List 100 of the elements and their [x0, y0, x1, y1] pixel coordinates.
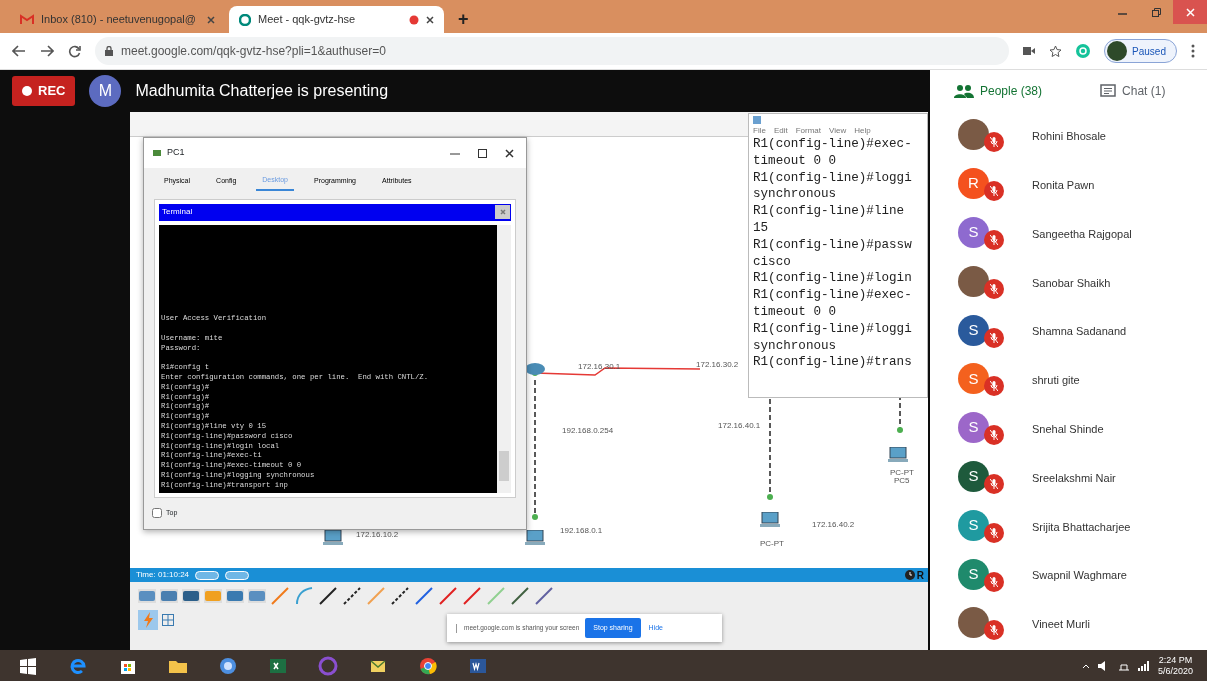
mic-off-glyph-icon	[990, 381, 998, 392]
avatar: S	[958, 363, 989, 395]
chat-icon	[1100, 84, 1117, 98]
computer-icon	[760, 512, 780, 528]
avatar: R	[958, 168, 989, 200]
text-line: R1(config-line)#exec-	[752, 287, 913, 304]
cable-tool-icon[interactable]	[342, 586, 362, 606]
device-label: 192.168.0.1	[560, 525, 603, 537]
computer-icon	[323, 530, 343, 546]
url-text: meet.google.com/qqk-gvtz-hse?pli=1&authuser=0	[121, 43, 386, 60]
more-icon[interactable]	[1191, 44, 1195, 58]
close-button[interactable]	[1173, 0, 1207, 24]
menu-item[interactable]: View	[829, 124, 847, 137]
video-call-icon	[239, 13, 251, 26]
device-label: 172.16.40.2	[812, 519, 855, 531]
signal-bars-icon[interactable]	[1137, 660, 1150, 671]
close-icon	[1185, 7, 1195, 17]
back-icon[interactable]	[12, 45, 26, 57]
avatar-photo	[958, 265, 989, 297]
cable-tool-icon[interactable]	[318, 586, 338, 606]
mic-off-glyph-icon	[990, 283, 998, 294]
taskbar-date: 5/6/2020	[1157, 665, 1193, 677]
device-tool-button[interactable]	[160, 589, 178, 603]
camera-icon[interactable]	[1023, 47, 1036, 55]
cable-tool-icon[interactable]	[510, 586, 530, 606]
panel-tab[interactable]: People (38)	[954, 78, 1043, 104]
address-field[interactable]: meet.google.com/qqk-gvtz-hse?pli=1&authuser=0	[95, 37, 1010, 65]
panel-tab[interactable]: Chat (1)	[1100, 78, 1166, 104]
router-icon	[524, 362, 546, 376]
windows-logo-icon	[18, 655, 38, 676]
drag-handle-icon	[455, 623, 458, 633]
maximize-icon[interactable]	[478, 148, 487, 158]
menu-item[interactable]: Edit	[773, 124, 788, 137]
device-label: PC-PT	[890, 467, 914, 478]
menu-item[interactable]: Help	[854, 124, 871, 137]
menu-item[interactable]: Format	[795, 124, 822, 137]
mic-off-glyph-icon	[990, 576, 998, 587]
device-icon	[138, 589, 156, 603]
presenting-title: Madhumita Chatterjee is presenting	[135, 81, 389, 101]
profile-button[interactable]: Paused	[1104, 39, 1177, 63]
device-tool-button[interactable]	[248, 589, 266, 603]
participant-name: Snehal Shinde	[1032, 421, 1104, 437]
device-label: 172.16.30.2	[696, 359, 739, 371]
star-icon[interactable]	[1049, 44, 1063, 58]
device-label: 172.16.30.1	[578, 361, 621, 373]
notepad-icon	[753, 115, 761, 124]
toggle-button[interactable]	[225, 570, 250, 580]
text-line: synchronous	[752, 337, 838, 355]
text-line: R1(config-line)#exec-	[752, 136, 913, 153]
participant-name: Vineet Murli	[1032, 617, 1090, 633]
grid-icon[interactable]	[162, 614, 174, 626]
reload-icon[interactable]	[68, 44, 81, 58]
mic-off-glyph-icon	[990, 625, 998, 636]
device-icon	[160, 589, 178, 603]
device-label: 192.168.0.254	[562, 425, 614, 437]
avatar-photo	[958, 607, 989, 639]
top-checkbox[interactable]	[152, 507, 162, 518]
avatar: S	[958, 314, 989, 346]
participant-name: Rohini Bhosale	[1032, 129, 1106, 145]
mode-label: R	[916, 568, 924, 583]
device-icon	[226, 589, 244, 603]
caret-up-icon[interactable]	[1081, 662, 1090, 669]
text-line: R1(config-line)#line	[752, 203, 906, 220]
text-line: cisco	[752, 253, 792, 271]
scrollbar[interactable]	[497, 224, 511, 493]
mic-off-glyph-icon	[990, 137, 998, 148]
avatar: S	[958, 558, 989, 590]
participant-name: Ronita Pawn	[1032, 177, 1095, 193]
mic-off-glyph-icon	[990, 527, 998, 538]
menu-item[interactable]: File	[753, 124, 766, 137]
participant-name: Sangeetha Rajgopal	[1032, 226, 1132, 242]
new-tab-button[interactable]: +	[448, 6, 479, 33]
mic-off-glyph-icon	[990, 478, 998, 489]
browser-tab[interactable]: Meet - qqk-gvtz-hse	[229, 6, 444, 33]
terminal-close-button[interactable]	[495, 205, 510, 219]
avatar: S	[958, 217, 989, 248]
forward-icon[interactable]	[40, 45, 54, 57]
device-tool-button[interactable]	[226, 589, 244, 603]
browser-tab[interactable]: Inbox (810) - neetuvenugopal@	[10, 6, 225, 33]
cable-tool-icon[interactable]	[390, 586, 410, 606]
avatar: S	[958, 460, 989, 492]
computer-icon	[525, 530, 545, 546]
toggle-button[interactable]	[195, 570, 220, 580]
terminal-title: Terminal	[162, 206, 193, 218]
text-line: timeout 0 0	[752, 152, 838, 170]
circle-app-icon	[218, 655, 238, 676]
mic-off-glyph-icon	[990, 235, 998, 245]
computer-icon	[888, 447, 908, 463]
close-icon[interactable]	[505, 148, 514, 158]
close-icon[interactable]	[426, 15, 434, 24]
participant-name: shruti gite	[1032, 373, 1080, 389]
device-tool-button[interactable]	[182, 589, 200, 603]
mic-off-glyph-icon	[990, 186, 998, 197]
device-tool-button[interactable]	[138, 589, 156, 603]
device-icon	[204, 589, 222, 603]
device-label: PC-PT	[760, 538, 784, 550]
window-title: PC1	[167, 146, 185, 160]
profile-status: Paused	[1132, 44, 1166, 59]
record-button[interactable]: REC	[12, 76, 76, 106]
chrome-icon	[418, 655, 438, 676]
